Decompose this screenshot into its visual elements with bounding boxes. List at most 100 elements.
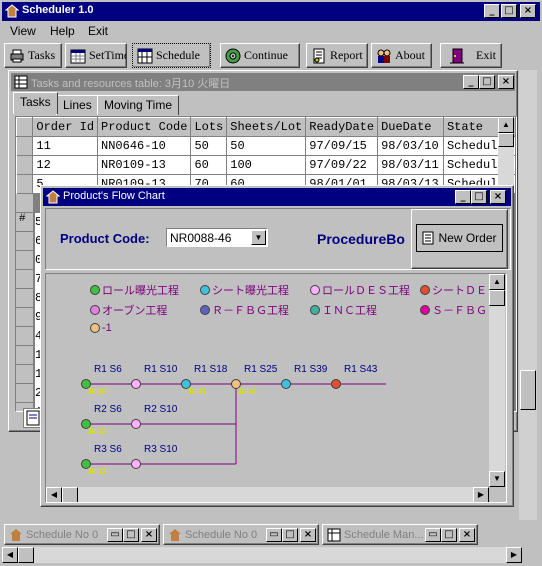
taskbar-item-0[interactable]: Schedule No 0 ▭ □ × (4, 524, 160, 545)
column-header[interactable]: Lots (190, 117, 228, 137)
maximize-icon[interactable]: □ (471, 190, 487, 204)
scroll-right-icon[interactable]: ▶ (506, 547, 522, 563)
grid-icon (137, 48, 153, 64)
table-row[interactable]: 11 NN0646-10 50 50 97/09/15 98/03/10 Sch… (16, 136, 516, 156)
table-cell[interactable]: 50 (190, 136, 228, 156)
maximize-icon[interactable]: □ (501, 4, 517, 18)
table-cell[interactable]: 98/03/10 (377, 136, 444, 156)
grid-corner (16, 117, 34, 137)
about-button-label: About (395, 48, 425, 62)
procedure-label: ProcedureBo (317, 231, 405, 247)
continue-button[interactable]: Continue (220, 43, 300, 68)
settime-button[interactable]: SetTime (65, 43, 127, 68)
job-label: Job2 (87, 426, 107, 436)
flow-window-title: Product's Flow Chart (63, 190, 165, 202)
canvas-vscroll[interactable]: ▲ ▼ (489, 274, 505, 487)
main-hscroll[interactable]: ◀ ▶ (2, 547, 522, 563)
column-header[interactable]: Product Code (97, 117, 192, 137)
column-header[interactable]: Order Id (32, 117, 99, 137)
row-header[interactable] (16, 155, 34, 175)
settime-button-label: SetTime (89, 48, 127, 62)
document-icon (422, 231, 434, 245)
flow-node[interactable] (331, 379, 341, 389)
maximize-icon[interactable]: □ (282, 528, 298, 542)
close-icon[interactable]: × (459, 528, 475, 542)
menu-help[interactable]: Help (50, 24, 75, 38)
scroll-left-icon[interactable]: ◀ (2, 547, 18, 563)
close-icon[interactable]: × (300, 528, 316, 542)
flow-node[interactable] (281, 379, 291, 389)
row-header[interactable] (16, 136, 34, 156)
table-cell[interactable]: 100 (226, 155, 307, 175)
scroll-left-icon[interactable]: ◀ (46, 487, 62, 502)
minimize-icon[interactable]: _ (463, 75, 479, 89)
column-header[interactable]: ReadyDate (305, 117, 379, 137)
product-code-select[interactable]: NR0088-46 ▼ (166, 228, 268, 247)
flow-node[interactable] (131, 459, 141, 469)
tab-lines[interactable]: Lines (56, 95, 99, 115)
table-cell[interactable]: 97/09/22 (305, 155, 379, 175)
menu-view[interactable]: View (10, 24, 36, 38)
flow-node-label: R1 S43 (344, 364, 378, 375)
job-label: Job0 (87, 386, 107, 396)
tasks-window-titlebar[interactable]: Tasks and resources table: 3月10 火曜日 _ □ … (11, 73, 515, 91)
table-cell[interactable]: 50 (226, 136, 307, 156)
minimize-icon[interactable]: _ (455, 190, 471, 204)
about-button[interactable]: About (371, 43, 432, 68)
taskbar-label: Schedule No 0 (185, 528, 258, 541)
flow-node-label: R2 S6 (94, 404, 122, 415)
minimize-icon[interactable]: _ (484, 4, 500, 18)
restore-icon[interactable]: ▭ (266, 528, 282, 542)
table-cell[interactable]: NR0109-13 (97, 155, 192, 175)
table-cell[interactable]: 60 (190, 155, 228, 175)
table-cell[interactable]: 98/03/11 (377, 155, 444, 175)
flow-node[interactable] (131, 419, 141, 429)
column-header[interactable]: DueDate (377, 117, 444, 137)
taskbar-item-1[interactable]: Schedule No 0 ▭ □ × (163, 524, 319, 545)
scroll-down-icon[interactable]: ▼ (489, 471, 505, 487)
tab-tasks[interactable]: Tasks (13, 92, 58, 114)
flow-node[interactable] (131, 379, 141, 389)
maximize-icon[interactable]: □ (479, 75, 495, 89)
tasks-button[interactable]: Tasks (4, 43, 62, 68)
maximize-icon[interactable]: □ (123, 528, 139, 542)
job-label: Job3 (87, 466, 107, 476)
menu-exit[interactable]: Exit (88, 24, 108, 38)
table-cell[interactable]: 12 (32, 155, 99, 175)
close-icon[interactable]: × (498, 75, 514, 89)
report-button-label: Report (330, 48, 363, 62)
table-cell[interactable]: 11 (32, 136, 99, 156)
tab-moving-time-label: Moving Time (104, 98, 173, 112)
canvas-hscroll[interactable]: ◀ ▶ (46, 487, 489, 502)
table-cell[interactable]: 97/09/15 (305, 136, 379, 156)
tab-moving-time[interactable]: Moving Time (97, 95, 180, 115)
maximize-icon[interactable]: □ (441, 528, 457, 542)
flow-window-titlebar[interactable]: Product's Flow Chart _ □ × (43, 188, 511, 206)
taskbar-item-2[interactable]: Schedule Man... ▭ □ × (322, 524, 478, 545)
flow-chart-canvas: ロール曝光工程 シート曝光工程 ロールＤＥＳ工程 シートＤＥ オーブン工程 Ｒ－ＦＢＧ工程… (45, 273, 507, 503)
table-cell[interactable]: NN0646-10 (97, 136, 192, 156)
scroll-up-icon[interactable]: ▲ (489, 274, 505, 290)
schedule-button[interactable]: Schedule (132, 43, 211, 68)
restore-icon[interactable]: ▭ (107, 528, 123, 542)
restore-icon[interactable]: ▭ (425, 528, 441, 542)
flow-header-panel: Product Code: NR0088-46 ▼ ProcedureBo Ne… (45, 208, 511, 270)
table-icon (327, 528, 341, 542)
chevron-down-icon[interactable]: ▼ (251, 230, 266, 245)
app-titlebar[interactable]: Scheduler 1.0 _ □ × (2, 2, 540, 21)
column-header[interactable]: Sheets/Lot (226, 117, 307, 137)
scroll-up-icon[interactable]: ▲ (498, 117, 514, 133)
flow-node-label: R1 S6 (94, 364, 122, 375)
close-icon[interactable]: × (520, 4, 536, 18)
table-row[interactable]: 12 NR0109-13 60 100 97/09/22 98/03/11 Sc… (16, 155, 516, 175)
row-header[interactable] (16, 174, 34, 194)
scroll-right-icon[interactable]: ▶ (473, 487, 489, 502)
main-vscroll[interactable] (519, 70, 537, 520)
close-icon[interactable]: × (490, 190, 506, 204)
app-icon (9, 528, 23, 542)
flow-node-label: R2 S10 (144, 404, 178, 415)
new-order-button[interactable]: New Order (411, 209, 508, 269)
close-icon[interactable]: × (141, 528, 157, 542)
report-button[interactable]: Report (306, 43, 368, 68)
exit-button[interactable]: Exit (440, 43, 502, 68)
